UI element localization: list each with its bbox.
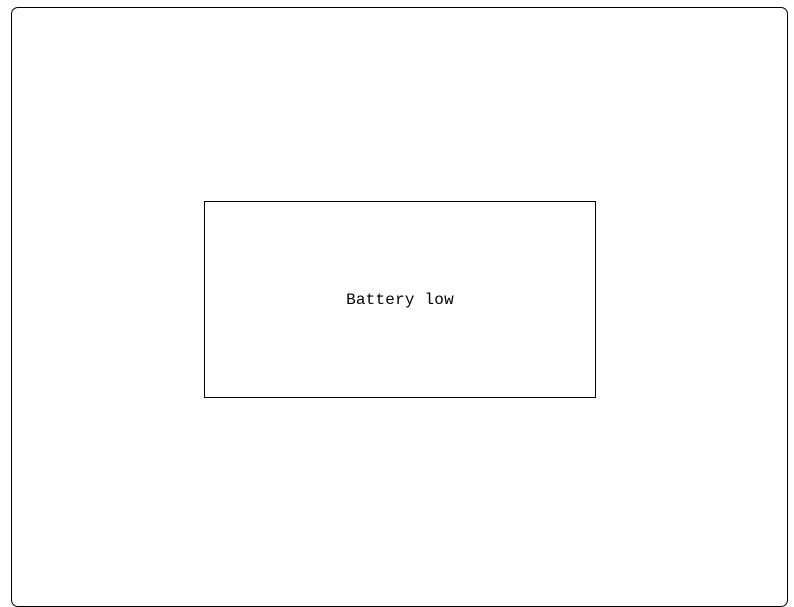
battery-alert-dialog: Battery low [204,201,596,398]
battery-low-message: Battery low [346,290,454,309]
